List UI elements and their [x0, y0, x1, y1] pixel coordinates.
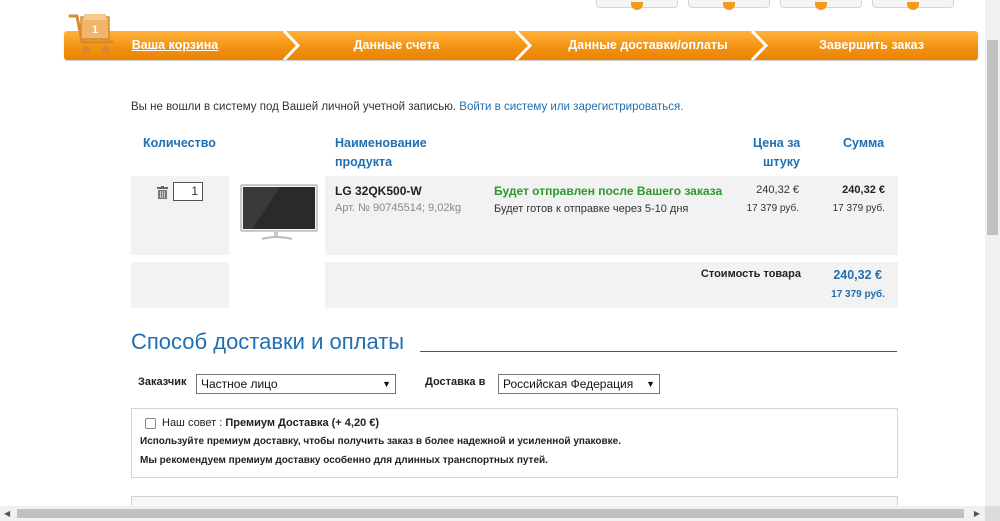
top-tab-4[interactable]	[872, 0, 954, 10]
scroll-corner	[985, 506, 1000, 521]
total-rub: 17 379 руб.	[831, 289, 885, 300]
col-unit-price-2: штуку	[763, 155, 801, 169]
horizontal-scrollbar[interactable]: ◀ ▶	[0, 506, 1000, 521]
login-link[interactable]: Войти в систему или зарегистрироваться.	[459, 101, 683, 113]
cart-count: 1	[92, 24, 98, 36]
line-sum-eur: 240,32 €	[842, 184, 885, 196]
line-sum-rub: 17 379 руб.	[832, 203, 885, 214]
tab-indicator	[815, 2, 827, 10]
chevron-right-icon	[282, 31, 301, 60]
step-billing: Данные счета	[353, 38, 440, 52]
premium-option-label[interactable]: Премиум Доставка (+ 4,20 €)	[225, 417, 379, 429]
ready-time: Будет готов к отправке через 5-10 дня	[494, 203, 689, 215]
product-name[interactable]: LG 32QK500-W	[335, 184, 422, 198]
col-product-name-1: Наименование	[335, 136, 427, 150]
dropdown-arrow-icon: ▼	[646, 379, 655, 389]
total-spacer-cell	[131, 262, 229, 308]
advice-line-2: Мы рекомендуем премиум доставку особенно…	[140, 455, 548, 466]
step-finish: Завершить заказ	[819, 38, 924, 52]
tab-indicator	[631, 2, 643, 10]
checkout-progress: Ваша корзина Данные счета Данные доставк…	[64, 31, 978, 60]
step-delivery: Данные доставки/оплаты	[568, 38, 728, 52]
country-value: Российская Федерация	[503, 377, 634, 391]
tab-indicator	[723, 2, 735, 10]
scroll-right-arrow-icon[interactable]: ▶	[974, 509, 980, 518]
product-sku: Арт. № 90745514; 9,02kg	[335, 202, 462, 214]
customer-label: Заказчик	[138, 376, 187, 388]
quantity-input[interactable]: 1	[173, 182, 203, 201]
delivery-section-title: Способ доставки и оплаты	[131, 329, 405, 354]
chevron-right-icon	[514, 31, 533, 60]
advice-heading: Наш совет : Премиум Доставка (+ 4,20 €)	[162, 417, 379, 429]
total-eur: 240,32 €	[833, 268, 882, 282]
col-quantity: Количество	[143, 136, 216, 150]
product-image[interactable]	[240, 181, 318, 245]
top-tab-3[interactable]	[780, 0, 862, 10]
login-notice: Вы не вошли в систему под Вашей личной у…	[131, 101, 683, 113]
advice-line-1: Используйте премиум доставку, чтобы полу…	[140, 436, 621, 447]
trash-icon[interactable]	[157, 186, 168, 199]
dropdown-arrow-icon: ▼	[382, 379, 391, 389]
total-label: Стоимость товара	[700, 268, 801, 280]
premium-delivery-checkbox[interactable]	[145, 418, 156, 429]
chevron-right-icon	[750, 31, 769, 60]
country-label: Доставка в	[425, 376, 486, 388]
login-notice-text: Вы не вошли в систему под Вашей личной у…	[131, 101, 457, 113]
top-tab-2[interactable]	[688, 0, 770, 10]
customer-type-select[interactable]: Частное лицо ▼	[196, 374, 396, 394]
scrollbar-thumb[interactable]	[17, 509, 964, 518]
vertical-scrollbar[interactable]	[985, 0, 1000, 506]
shopping-cart-icon[interactable]: 1	[68, 12, 120, 60]
unit-price-eur: 240,32 €	[756, 184, 799, 196]
total-cell	[325, 262, 898, 308]
country-select[interactable]: Российская Федерация ▼	[498, 374, 660, 394]
customer-type-value: Частное лицо	[201, 377, 278, 391]
col-sum: Сумма	[843, 136, 885, 150]
scroll-left-arrow-icon[interactable]: ◀	[4, 509, 10, 518]
scrollbar-thumb[interactable]	[987, 40, 998, 235]
step-cart[interactable]: Ваша корзина	[110, 31, 240, 60]
divider	[420, 351, 897, 352]
top-tab-1[interactable]	[596, 0, 678, 10]
advice-prefix: Наш совет :	[162, 417, 226, 429]
tab-indicator	[907, 2, 919, 10]
col-product-name-2: продукта	[335, 155, 393, 169]
col-unit-price-1: Цена за	[753, 136, 801, 150]
shipping-status: Будет отправлен после Вашего заказа	[494, 184, 723, 198]
unit-price-rub: 17 379 руб.	[746, 203, 799, 214]
